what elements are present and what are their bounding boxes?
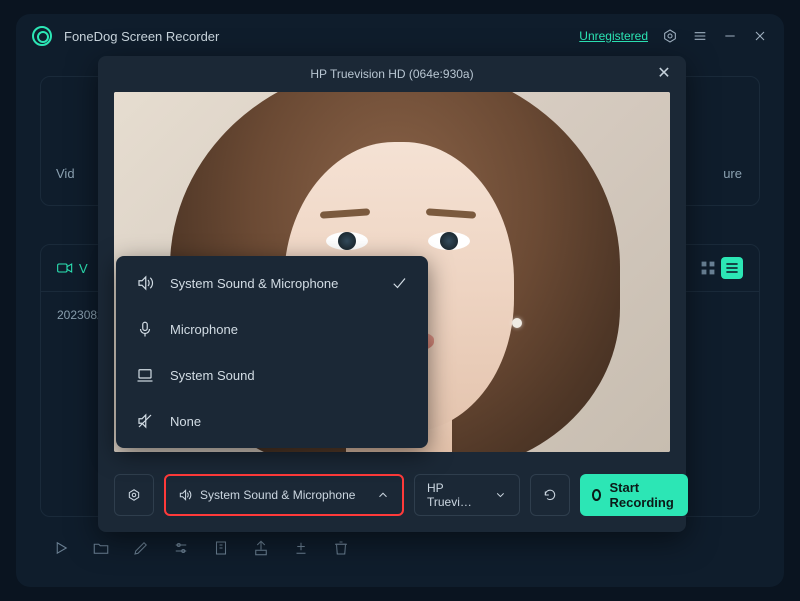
minimize-icon[interactable] xyxy=(722,28,738,44)
settings-hex-icon[interactable] xyxy=(662,28,678,44)
audio-option-none[interactable]: None xyxy=(116,398,428,444)
recording-filename-partial: 2023082 xyxy=(57,308,104,322)
export-icon[interactable] xyxy=(252,539,270,562)
folder-icon[interactable] xyxy=(92,539,110,562)
adjust-icon[interactable] xyxy=(172,539,190,562)
modal-close-icon[interactable]: ✕ xyxy=(654,64,674,84)
camera-device-button[interactable]: HP Truevi… xyxy=(414,474,520,516)
modal-title: HP Truevision HD (064e:930a) xyxy=(310,67,473,81)
modal-settings-button[interactable] xyxy=(114,474,154,516)
audio-option-label: System Sound xyxy=(170,368,255,383)
record-icon xyxy=(592,489,601,501)
audio-option-system-and-mic[interactable]: System Sound & Microphone xyxy=(116,260,428,306)
audio-option-label: System Sound & Microphone xyxy=(170,276,338,291)
view-grid-button[interactable] xyxy=(697,257,719,279)
capture-mode-label-partial: ure xyxy=(723,166,742,181)
app-logo-icon xyxy=(32,26,52,46)
start-recording-button[interactable]: Start Recording xyxy=(580,474,688,516)
bottom-toolbar xyxy=(40,529,760,571)
menu-icon[interactable] xyxy=(692,28,708,44)
add-icon[interactable] xyxy=(292,539,310,562)
edit-icon[interactable] xyxy=(132,539,150,562)
app-title: FoneDog Screen Recorder xyxy=(64,29,219,44)
check-icon xyxy=(390,274,408,292)
audio-source-button[interactable]: System Sound & Microphone xyxy=(164,474,404,516)
video-tab[interactable]: V xyxy=(57,261,88,276)
reset-button[interactable] xyxy=(530,474,570,516)
video-tab-label: V xyxy=(79,261,88,276)
start-recording-label: Start Recording xyxy=(609,480,676,510)
audio-option-system-sound[interactable]: System Sound xyxy=(116,352,428,398)
audio-option-label: Microphone xyxy=(170,322,238,337)
audio-source-dropdown: System Sound & Microphone Microphone Sys… xyxy=(116,256,428,448)
compress-icon[interactable] xyxy=(212,539,230,562)
unregistered-link[interactable]: Unregistered xyxy=(579,29,648,43)
play-icon[interactable] xyxy=(52,539,70,562)
audio-source-label: System Sound & Microphone xyxy=(200,488,355,502)
video-mode-label-partial: Vid xyxy=(56,166,75,181)
view-list-button[interactable] xyxy=(721,257,743,279)
trash-icon[interactable] xyxy=(332,539,350,562)
audio-option-microphone[interactable]: Microphone xyxy=(116,306,428,352)
camera-device-label: HP Truevi… xyxy=(427,481,486,509)
audio-option-label: None xyxy=(170,414,201,429)
close-icon[interactable] xyxy=(752,28,768,44)
